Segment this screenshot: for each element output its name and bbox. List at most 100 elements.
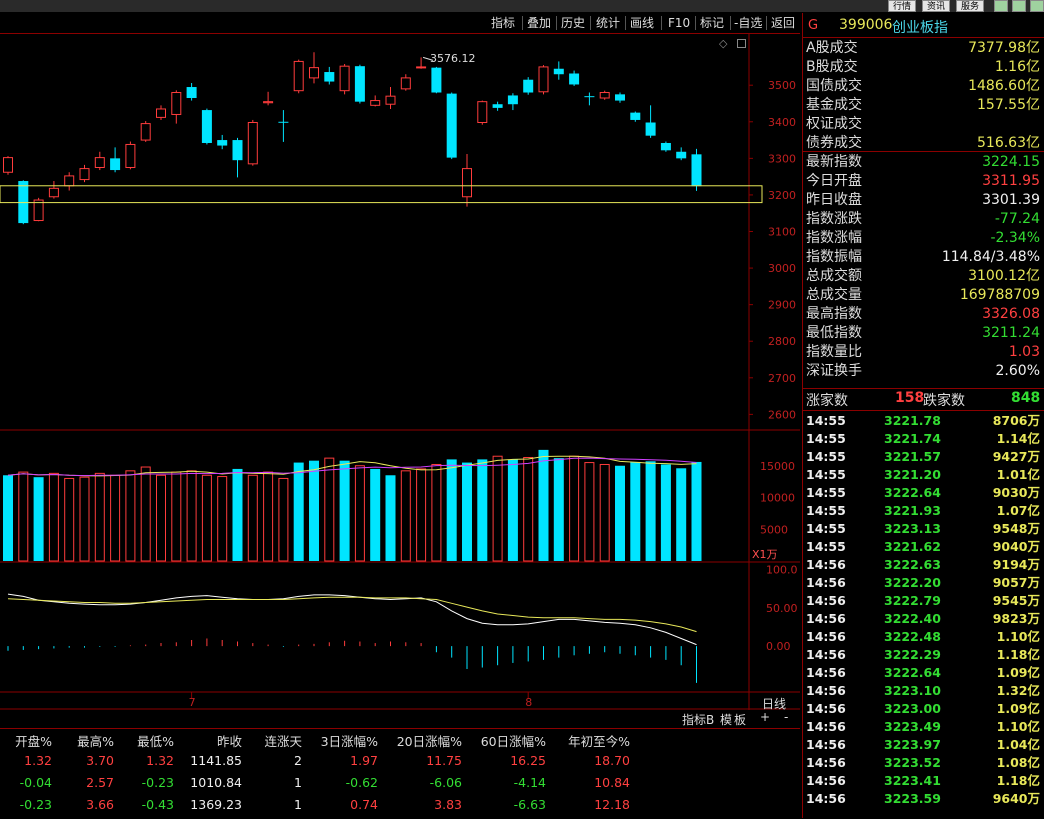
tick-volume: 9427万	[992, 449, 1040, 464]
close-icon[interactable]	[1030, 0, 1044, 12]
toolbar-drawline[interactable]: 画线	[627, 15, 657, 31]
tick-row[interactable]: 14:56 3222.40 9823万	[806, 610, 1040, 628]
volume-bar	[217, 476, 228, 562]
stat-label: 指数量比	[806, 344, 862, 360]
table-header[interactable]: 3日涨幅%	[298, 731, 378, 750]
tick-price: 3222.79	[884, 593, 941, 608]
table-cell: 0.74	[350, 797, 378, 812]
tick-price: 3223.49	[884, 719, 941, 734]
stock-stats-table: 开盘% 最高% 最低% 昨收 连涨天 3日涨幅% 20日涨幅% 60日涨幅% 年初至今% 1.3…	[0, 728, 800, 819]
tab-service[interactable]: 服务	[956, 0, 985, 12]
tick-row[interactable]: 14:55 3222.64 9030万	[806, 484, 1040, 502]
tick-row[interactable]: 14:56 3222.64 1.09亿	[806, 664, 1040, 682]
tick-row[interactable]: 14:56 3223.00 1.09亿	[806, 700, 1040, 718]
tick-row[interactable]: 14:56 3223.52 1.08亿	[806, 754, 1040, 772]
stat-value: 7377.98亿	[968, 40, 1040, 56]
toolbar-mark[interactable]: 标记	[697, 15, 727, 31]
toolbar-back[interactable]: 返回	[768, 15, 798, 31]
tick-price: 3223.13	[884, 521, 941, 536]
tick-row[interactable]: 14:56 3223.10 1.32亿	[806, 682, 1040, 700]
candle-body	[660, 142, 671, 151]
tick-price: 3222.48	[884, 629, 941, 644]
volume-bar	[584, 462, 595, 562]
candle	[232, 137, 243, 178]
tick-row[interactable]: 14:56 3222.20 9057万	[806, 574, 1040, 592]
table-header[interactable]: 20日涨幅%	[382, 731, 462, 750]
indicator-b-button[interactable]: 指标B	[682, 711, 714, 728]
tick-row[interactable]: 14:56 3223.41 1.18亿	[806, 772, 1040, 790]
candle	[354, 64, 365, 104]
tick-row[interactable]: 14:55 3221.74 1.14亿	[806, 430, 1040, 448]
candle	[584, 92, 595, 106]
tab-news[interactable]: 资讯	[922, 0, 951, 12]
minimize-icon[interactable]	[994, 0, 1008, 12]
toolbar-statistics[interactable]: 统计	[593, 15, 623, 31]
table-cell: -6.63	[513, 797, 546, 812]
kline-chart[interactable]: 3500 3400 3300 3200 3100 3000 2900 2800 2700 2600…	[0, 34, 800, 710]
kline-chart-area[interactable]: 3500 3400 3300 3200 3100 3000 2900 2800 2700 2600…	[0, 34, 800, 727]
macd-dif-line	[7, 593, 697, 646]
volume-tick-label: 15000	[760, 460, 795, 473]
tick-time: 14:56	[806, 629, 846, 644]
tick-time: 14:56	[806, 701, 846, 716]
tick-row[interactable]: 14:55 3223.13 9548万	[806, 520, 1040, 538]
tick-row[interactable]: 14:56 3223.59 9640万	[806, 790, 1040, 808]
candle	[293, 59, 304, 94]
stat-label: 权证成交	[806, 116, 862, 132]
price-tick-label: 2900	[768, 299, 796, 312]
tab-market[interactable]: 行情	[888, 0, 917, 12]
tick-row[interactable]: 14:55 3221.93 1.07亿	[806, 502, 1040, 520]
volume-bar	[3, 475, 13, 561]
table-header[interactable]: 年初至今%	[550, 731, 630, 750]
tick-row[interactable]: 14:56 3222.63 9194万	[806, 556, 1040, 574]
stat-row: A股成交 7377.98亿	[806, 39, 1040, 58]
volume-bar	[324, 457, 335, 562]
tick-price: 3223.41	[884, 773, 941, 788]
tick-price: 3221.62	[884, 539, 941, 554]
zoom-out-button[interactable]: -	[784, 710, 788, 724]
tick-row[interactable]: 14:56 3222.48 1.10亿	[806, 628, 1040, 646]
diamond-icon[interactable]: ◇	[719, 37, 727, 50]
table-cell: 18.70	[594, 753, 630, 768]
tick-volume: 1.10亿	[996, 719, 1040, 734]
toolbar-overlay[interactable]: 叠加	[524, 15, 554, 31]
candle-body	[385, 95, 396, 105]
zoom-in-button[interactable]: +	[760, 710, 770, 724]
tick-time: 14:56	[806, 791, 846, 806]
volume-bar	[79, 476, 90, 562]
candle-body	[324, 72, 335, 82]
toolbar-indicator[interactable]: 指标	[488, 15, 518, 31]
tick-row[interactable]: 14:56 3223.49 1.10亿	[806, 718, 1040, 736]
window-toggle-icon[interactable]	[737, 39, 746, 48]
volume-bar	[492, 455, 503, 562]
rise-count-label: 涨家数	[806, 393, 848, 409]
tick-row[interactable]: 14:55 3221.62 9040万	[806, 538, 1040, 556]
candle-body	[599, 92, 610, 99]
table-cell: 1	[294, 797, 302, 812]
candle	[339, 63, 350, 95]
toolbar-watchlist[interactable]: -自选	[731, 15, 765, 31]
template-button[interactable]: 模	[720, 711, 732, 728]
toolbar-history[interactable]: 历史	[558, 15, 588, 31]
index-info-panel: G 399006 创业板指 A股成交 7377.98亿 B股成交 1.16亿 国债成交 1…	[802, 13, 1044, 818]
candle-body	[676, 151, 687, 159]
tick-row[interactable]: 14:56 3223.97 1.04亿	[806, 736, 1040, 754]
index-name: 创业板指	[892, 20, 948, 36]
tick-time: 14:55	[806, 521, 846, 536]
maximize-icon[interactable]	[1012, 0, 1026, 12]
table-header[interactable]: 60日涨幅%	[466, 731, 546, 750]
tick-row[interactable]: 14:56 3222.79 9545万	[806, 592, 1040, 610]
stat-row: 指数量比 1.03	[806, 343, 1040, 362]
tick-row[interactable]: 14:55 3221.57 9427万	[806, 448, 1040, 466]
candle-body	[462, 168, 472, 198]
tick-row[interactable]: 14:55 3221.78 8706万	[806, 412, 1040, 430]
tick-row[interactable]: 14:55 3221.20 1.01亿	[806, 466, 1040, 484]
board-button[interactable]: 板	[734, 711, 746, 728]
toolbar-f10[interactable]: F10	[665, 15, 693, 31]
support-highlight-box	[0, 185, 763, 204]
price-tick-label: 3200	[768, 189, 796, 202]
table-header[interactable]: 连涨天	[222, 731, 302, 750]
tick-row[interactable]: 14:56 3222.29 1.18亿	[806, 646, 1040, 664]
stat-value: 3311.95	[982, 173, 1040, 189]
candle-body	[584, 96, 595, 98]
